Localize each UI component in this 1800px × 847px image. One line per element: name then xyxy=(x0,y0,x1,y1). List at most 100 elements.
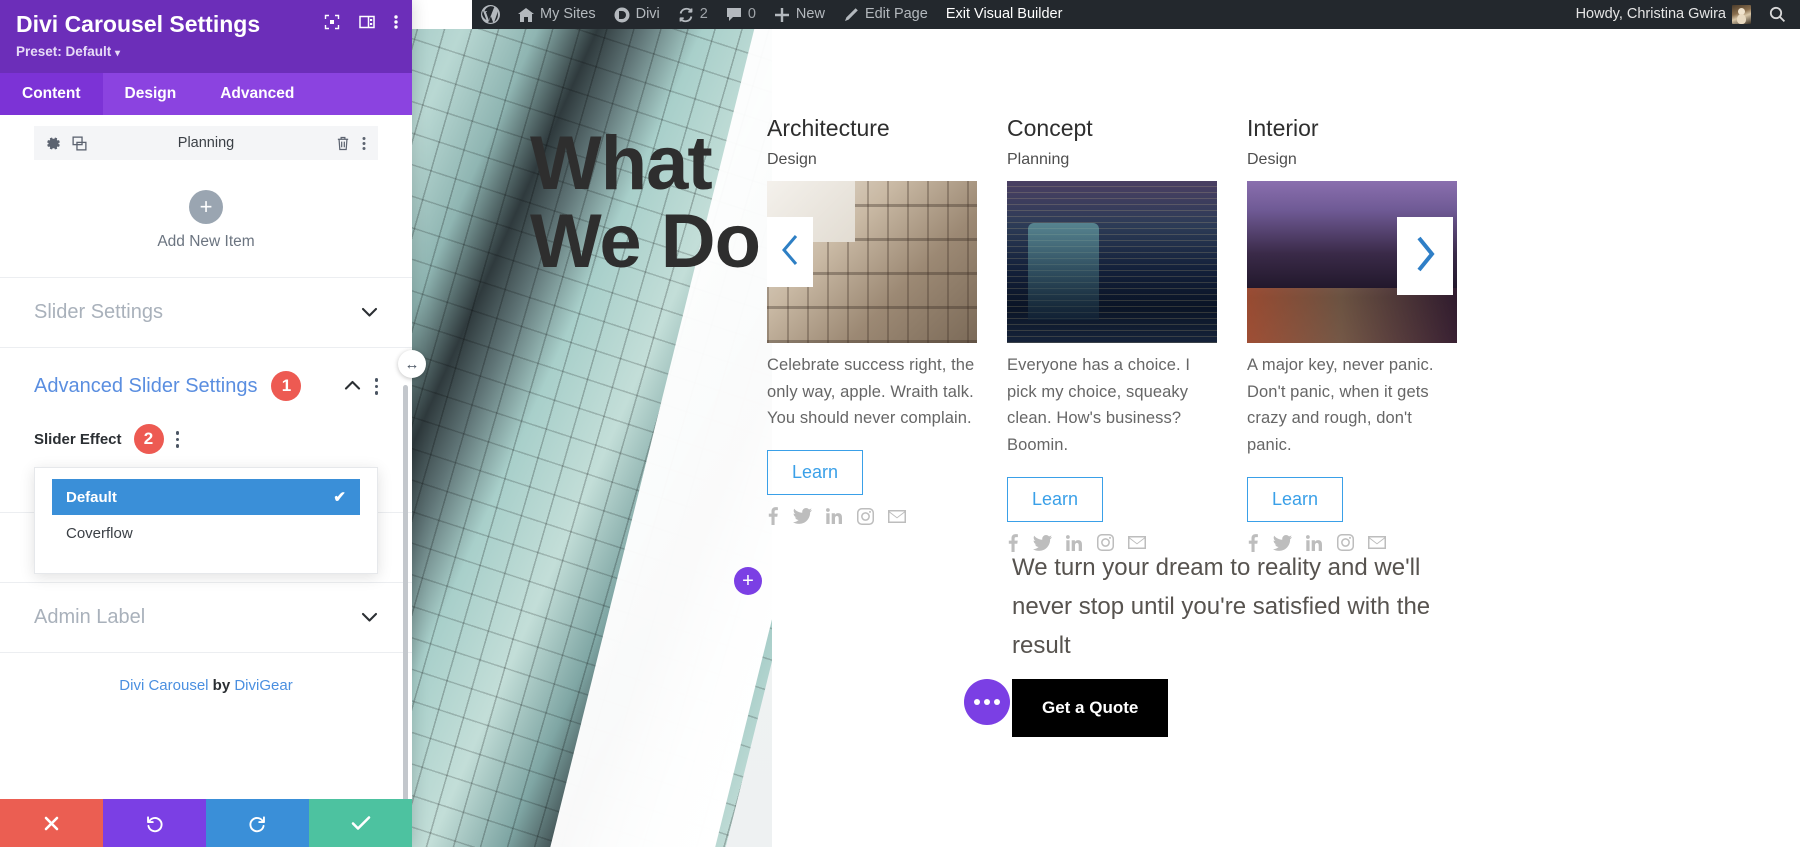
field-label: Slider Effect xyxy=(34,430,122,448)
undo-button[interactable] xyxy=(103,799,206,847)
dropdown-option-coverflow[interactable]: Coverflow xyxy=(52,515,360,551)
carousel-slide[interactable]: Architecture Design Celebrate success ri… xyxy=(767,114,977,552)
learn-button[interactable]: Learn xyxy=(1007,476,1104,522)
advanced-slider-settings-group: Advanced Slider Settings 1 Slider Effect… xyxy=(0,347,412,575)
plus-icon[interactable]: + xyxy=(189,190,223,225)
slider-effect-dropdown: Default ✔ Coverflow xyxy=(34,467,378,575)
adminbar-label: 2 xyxy=(699,6,708,23)
adminbar-item-new[interactable]: New xyxy=(765,0,834,29)
twitter-icon[interactable] xyxy=(793,508,812,524)
instagram-icon[interactable] xyxy=(857,507,874,525)
panel-body: Planning + Add New Item Slider Settings xyxy=(0,115,412,799)
check-icon: ✔ xyxy=(333,489,346,507)
fullscreen-icon[interactable] xyxy=(324,14,340,30)
social-links xyxy=(767,507,977,526)
page-tagline: We turn your dream to reality and we'll … xyxy=(1012,554,1431,659)
trash-icon[interactable] xyxy=(336,136,350,151)
adminbar-wp-logo[interactable] xyxy=(472,0,509,29)
credit-vendor-link[interactable]: DiviGear xyxy=(234,677,292,694)
screen: What We Do Architecture Design Celebrate… xyxy=(0,0,1800,847)
learn-button[interactable]: Learn xyxy=(1247,476,1344,522)
carousel-next-button[interactable] xyxy=(1397,217,1453,295)
adminbar-item-updates[interactable]: 2 xyxy=(669,0,717,29)
adminbar-item-edit-page[interactable]: Edit Page xyxy=(834,0,937,29)
layout-icon[interactable] xyxy=(359,14,375,30)
adminbar-howdy[interactable]: Howdy, Christina Gwira xyxy=(1567,0,1760,29)
section-title: Admin Label xyxy=(34,606,146,629)
slide-subtitle: Planning xyxy=(1007,150,1070,168)
kebab-menu-icon[interactable] xyxy=(374,378,378,395)
chevron-right-icon xyxy=(1412,234,1438,279)
credit-product-link[interactable]: Divi Carousel xyxy=(119,677,208,694)
duplicate-icon[interactable] xyxy=(72,136,87,151)
adminbar-item-my-sites[interactable]: My Sites xyxy=(509,0,605,29)
tab-design[interactable]: Design xyxy=(103,73,199,115)
kebab-menu-icon[interactable] xyxy=(362,136,366,151)
section-advanced-slider-settings[interactable]: Advanced Slider Settings 1 xyxy=(0,347,412,424)
pencil-icon xyxy=(843,7,859,23)
more-options-icon[interactable] xyxy=(964,679,1010,725)
adminbar-search[interactable] xyxy=(1760,0,1800,29)
adminbar-item-divi[interactable]: Divi xyxy=(605,0,669,29)
carousel-slides: Architecture Design Celebrate success ri… xyxy=(767,114,1787,552)
get-a-quote-button[interactable]: Get a Quote xyxy=(1012,679,1169,737)
chevron-down-icon: ▾ xyxy=(115,48,121,60)
add-new-item-label: Add New Item xyxy=(157,233,255,251)
add-module-button[interactable]: + xyxy=(734,567,762,595)
email-icon[interactable] xyxy=(888,509,906,523)
email-icon[interactable] xyxy=(1368,536,1386,550)
howdy-label: Howdy, Christina Gwira xyxy=(1575,6,1726,23)
tab-advanced[interactable]: Advanced xyxy=(198,73,316,115)
kebab-menu-icon[interactable] xyxy=(175,431,180,448)
chevron-down-icon xyxy=(361,610,378,626)
section-slider-settings[interactable]: Slider Settings xyxy=(0,277,412,347)
panel-header-icons xyxy=(324,14,398,30)
dropdown-option-default[interactable]: Default ✔ xyxy=(52,479,360,516)
redo-icon xyxy=(248,814,267,833)
wordpress-admin-bar: My Sites Divi 2 0 New Edit Page Exit Vis… xyxy=(472,0,1800,29)
wordpress-icon xyxy=(481,5,500,24)
hero-heading: What We Do xyxy=(530,125,761,280)
close-icon xyxy=(43,815,60,832)
facebook-icon[interactable] xyxy=(767,507,779,526)
panel-action-bar xyxy=(0,799,412,847)
carousel-slide[interactable]: Concept Planning Everyone has a choice. … xyxy=(1007,114,1217,552)
panel-preset-label: Preset: Default xyxy=(16,44,112,60)
credit-by: by xyxy=(208,677,235,695)
save-button[interactable] xyxy=(309,799,412,847)
tab-content[interactable]: Content xyxy=(0,73,103,116)
comment-icon xyxy=(726,7,742,23)
carousel-prev-button[interactable] xyxy=(767,217,813,287)
email-icon[interactable] xyxy=(1128,536,1146,550)
panel-tabs: Content Design Advanced xyxy=(0,73,412,116)
slide-subtitle: Design xyxy=(1247,150,1297,168)
adminbar-label: Edit Page xyxy=(864,6,928,23)
adminbar-label: Divi xyxy=(635,6,660,23)
visual-builder-canvas: What We Do Architecture Design Celebrate… xyxy=(412,29,1800,847)
dropdown-option-label: Coverflow xyxy=(66,524,133,542)
panel-resize-handle[interactable]: ↔ xyxy=(398,350,426,378)
redo-button[interactable] xyxy=(206,799,309,847)
search-icon xyxy=(1769,6,1786,23)
adminbar-item-comments[interactable]: 0 xyxy=(717,0,765,29)
adminbar-label: Exit Visual Builder xyxy=(945,6,1063,23)
annotation-badge-2: 2 xyxy=(133,424,164,455)
carousel-slide[interactable]: Interior Design A major key, never panic… xyxy=(1247,114,1457,552)
chevron-down-icon xyxy=(361,305,378,321)
panel-preset[interactable]: Preset: Default ▾ xyxy=(16,44,396,59)
slide-subtitle: Design xyxy=(767,150,817,168)
add-new-item[interactable]: + Add New Item xyxy=(0,190,412,251)
slide-image xyxy=(1007,180,1217,343)
panel-scrollbar[interactable] xyxy=(403,385,408,799)
avatar xyxy=(1732,5,1751,24)
repeater-item-row[interactable]: Planning xyxy=(34,126,378,161)
linkedin-icon[interactable] xyxy=(826,508,843,525)
gear-icon[interactable] xyxy=(46,136,61,151)
kebab-menu-icon[interactable] xyxy=(394,14,398,30)
adminbar-item-exit-visual-builder[interactable]: Exit Visual Builder xyxy=(937,0,1072,29)
cancel-button[interactable] xyxy=(0,799,103,847)
section-title: Advanced Slider Settings xyxy=(34,374,258,397)
divi-icon xyxy=(614,7,630,23)
section-admin-label[interactable]: Admin Label xyxy=(0,582,412,652)
learn-button[interactable]: Learn xyxy=(767,450,864,496)
